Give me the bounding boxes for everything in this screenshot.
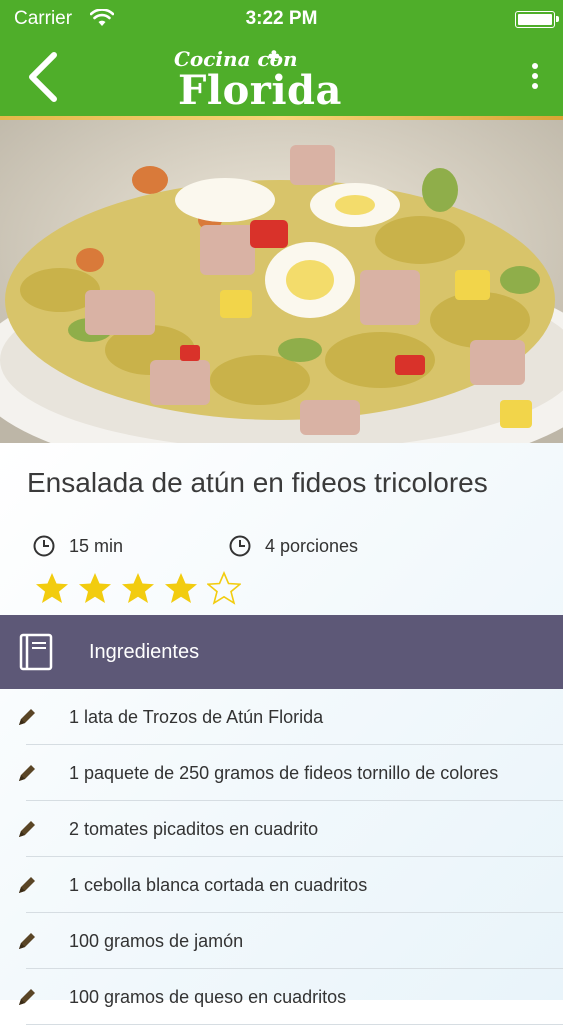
- recipe-photo: [0, 120, 563, 443]
- pencil-icon: [19, 709, 35, 725]
- status-bar: Carrier 3:22 PM: [0, 0, 563, 37]
- pencil-icon: [19, 821, 35, 837]
- ingredients-label: Ingredientes: [89, 641, 200, 663]
- ingredients-header: Ingredientes: [0, 615, 563, 689]
- pencil-icon: [19, 933, 35, 949]
- pencil-icon: [19, 877, 35, 893]
- battery-icon: [515, 11, 559, 28]
- ingredient-text: 1 lata de Trozos de Atún Florida: [69, 707, 324, 727]
- recipe-content: Ensalada de atún en fideos tricolores 15…: [0, 443, 563, 1025]
- star-filled-icon[interactable]: [35, 571, 69, 605]
- ingredient-text: 1 cebolla blanca cortada en cuadritos: [69, 875, 368, 895]
- servings: 4 porciones: [229, 535, 358, 557]
- ingredients-list: 1 lata de Trozos de Atún Florida 1 paquet…: [0, 689, 563, 1025]
- clock-icon: [229, 535, 251, 557]
- ingredient-item[interactable]: 1 cebolla blanca cortada en cuadritos: [0, 857, 563, 913]
- ingredient-item[interactable]: 1 paquete de 250 gramos de fideos tornil…: [0, 745, 563, 801]
- recipe-title: Ensalada de atún en fideos tricolores: [27, 467, 488, 498]
- star-filled-icon[interactable]: [78, 571, 112, 605]
- star-filled-icon[interactable]: [164, 571, 198, 605]
- star-filled-icon[interactable]: [121, 571, 155, 605]
- clock-icon: [33, 535, 55, 557]
- app-logo: Cocina con ♣ Florida: [172, 43, 392, 114]
- servings-value: 4 porciones: [265, 535, 359, 556]
- status-time: 3:22 PM: [245, 8, 318, 29]
- ingredient-text: 100 gramos de jamón: [69, 931, 244, 951]
- ingredient-item[interactable]: 2 tomates picaditos en cuadrito: [0, 801, 563, 857]
- ingredient-item[interactable]: 100 gramos de jamón: [0, 913, 563, 969]
- logo-title: Florida: [178, 67, 342, 114]
- pencil-icon: [19, 989, 35, 1005]
- prep-time-value: 15 min: [69, 535, 124, 556]
- ingredient-text: 1 paquete de 250 gramos de fideos tornil…: [69, 763, 499, 783]
- nav-bar: Cocina con ♣ Florida: [0, 37, 563, 120]
- rating-stars[interactable]: [35, 571, 250, 605]
- back-chevron-icon[interactable]: [24, 51, 64, 103]
- pencil-icon: [19, 765, 35, 781]
- ingredient-text: 100 gramos de queso en cuadritos: [69, 987, 347, 1007]
- clover-icon: ♣: [268, 45, 280, 65]
- ingredient-item[interactable]: 100 gramos de queso en cuadritos: [0, 969, 563, 1025]
- ingredient-text: 2 tomates picaditos en cuadrito: [69, 819, 319, 839]
- prep-time: 15 min: [33, 535, 123, 557]
- ingredient-item[interactable]: 1 lata de Trozos de Atún Florida: [0, 689, 563, 745]
- book-icon: [19, 633, 53, 671]
- more-menu-icon[interactable]: [527, 63, 543, 95]
- star-empty-icon[interactable]: [207, 571, 241, 605]
